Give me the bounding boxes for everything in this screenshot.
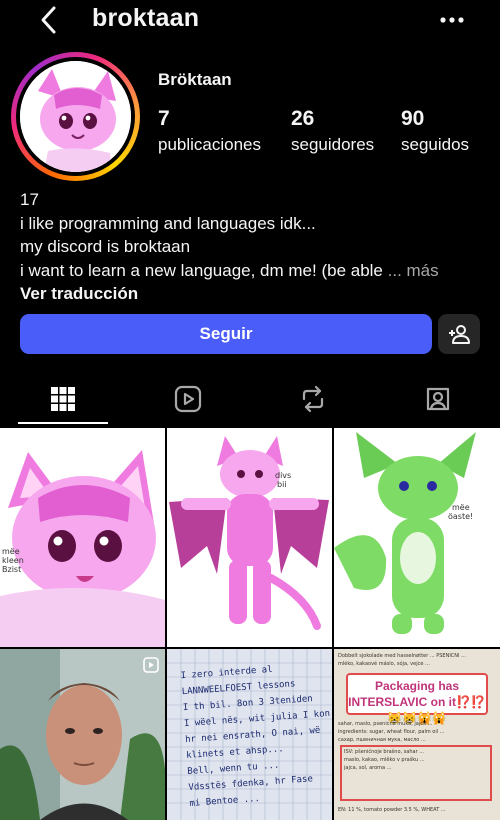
packaging-text: ingredients: sugar, wheat flour, palm oi… bbox=[338, 729, 445, 735]
packaging-text: Dobbelt sjokolade med hasselnøtter ... P… bbox=[338, 653, 466, 659]
post-image-pink-cat: mëe kleen Bzist bbox=[0, 428, 165, 647]
posts-grid: mëe kleen Bzist divs bii mëe öaste! I ze… bbox=[0, 428, 500, 820]
stat-followers-label: seguidores bbox=[291, 135, 375, 154]
tab-reels[interactable] bbox=[125, 372, 250, 426]
reel-indicator-icon bbox=[143, 657, 159, 673]
tab-posts-grid[interactable] bbox=[0, 372, 125, 426]
grid-post-reel[interactable] bbox=[0, 649, 165, 820]
packaging-text: jajca, sol, aroma ... bbox=[344, 765, 392, 771]
bio-line-truncated: i want to learn a new language, dm me! (… bbox=[20, 259, 480, 283]
profile-tabs bbox=[0, 372, 500, 426]
bio-line: my discord is broktaan bbox=[20, 237, 191, 256]
bio-line: i want to learn a new language, dm me! (… bbox=[20, 260, 383, 280]
post-image-bat-cat: divs bii bbox=[167, 428, 332, 647]
follow-button[interactable]: Seguir bbox=[20, 314, 432, 354]
see-translation-link[interactable]: Ver traducción bbox=[20, 282, 480, 306]
packaging-text: EN: 11 %, tomato powder 3.5 %, WHEAT ... bbox=[338, 807, 446, 813]
tagged-icon bbox=[426, 387, 449, 411]
suggested-users-button[interactable] bbox=[438, 314, 480, 354]
post-caption: Bzist bbox=[2, 565, 21, 574]
tab-reposts[interactable] bbox=[250, 372, 375, 426]
stat-following-label: seguidos bbox=[401, 135, 470, 154]
reels-icon bbox=[174, 385, 201, 413]
grid-post[interactable]: Dobbelt sjokolade med hasselnøtter ... P… bbox=[334, 649, 500, 820]
bio-more-link[interactable]: ... más bbox=[388, 261, 439, 280]
post-image-green-cat: mëe öaste! bbox=[334, 428, 500, 647]
post-caption: bii bbox=[277, 480, 287, 489]
packaging-text: сахар, пшеничная мука, масло ... bbox=[338, 737, 426, 743]
profile-username: broktaan bbox=[92, 4, 200, 32]
stat-followers[interactable]: 26 seguidores bbox=[291, 106, 374, 156]
packaging-text: sahar, maslo, psenicna muka, jajca ... bbox=[338, 721, 433, 727]
grid-post[interactable]: mëe öaste! bbox=[334, 428, 500, 647]
story-ring[interactable] bbox=[11, 52, 140, 181]
back-button[interactable] bbox=[36, 5, 64, 35]
add-person-icon bbox=[449, 325, 470, 344]
top-bar: broktaan bbox=[0, 0, 500, 44]
bio-line: i like programming and languages idk... bbox=[20, 213, 316, 233]
stat-posts[interactable]: 7 publicaciones bbox=[158, 106, 261, 156]
active-tab-indicator bbox=[18, 422, 108, 424]
tab-tagged[interactable] bbox=[375, 372, 500, 426]
post-image-selfie bbox=[0, 649, 165, 820]
stat-followers-count: 26 bbox=[291, 107, 315, 130]
grid-post[interactable]: I zero interde al LANNWEELFOEST lessons … bbox=[167, 649, 332, 820]
grid-post[interactable]: mëe kleen Bzist bbox=[0, 428, 165, 647]
more-horizontal-icon bbox=[440, 17, 464, 23]
post-caption: divs bbox=[275, 471, 291, 480]
profile-bio: 17 i like programming and languages idk.… bbox=[20, 188, 480, 306]
chevron-left-icon bbox=[41, 6, 56, 34]
grid-post[interactable]: divs bii bbox=[167, 428, 332, 647]
avatar-illustration bbox=[20, 61, 131, 172]
post-caption: mëe bbox=[452, 503, 470, 512]
stat-posts-label: publicaciones bbox=[158, 135, 262, 154]
post-caption: öaste! bbox=[448, 512, 473, 521]
display-name: Bröktaan bbox=[158, 70, 232, 89]
more-options-button[interactable] bbox=[436, 8, 468, 32]
stat-posts-count: 7 bbox=[158, 107, 170, 130]
avatar[interactable] bbox=[20, 61, 131, 172]
packaging-text: ISV: pšeničnoje brašno, sahar ... bbox=[344, 749, 424, 755]
packaging-text: maslo, kakao, mlěko v prašku ... bbox=[344, 757, 425, 763]
post-caption: mëe bbox=[2, 547, 20, 556]
stat-following[interactable]: 90 seguidos bbox=[401, 106, 469, 156]
post-caption: kleen bbox=[2, 556, 24, 565]
notebook-handwriting: I zero interde al LANNWEELFOEST lessons … bbox=[180, 658, 332, 812]
bio-line: 17 bbox=[20, 190, 39, 209]
stat-following-count: 90 bbox=[401, 107, 425, 130]
grid-icon bbox=[50, 387, 75, 411]
packaging-banner: Packaging has INTERSLAVIC on it⁉️⁉️😸😸🙀🙀 bbox=[346, 673, 488, 725]
repost-icon bbox=[302, 385, 323, 413]
packaging-text: mléko, kakaové máslo, sója, vejce ... bbox=[338, 661, 430, 667]
